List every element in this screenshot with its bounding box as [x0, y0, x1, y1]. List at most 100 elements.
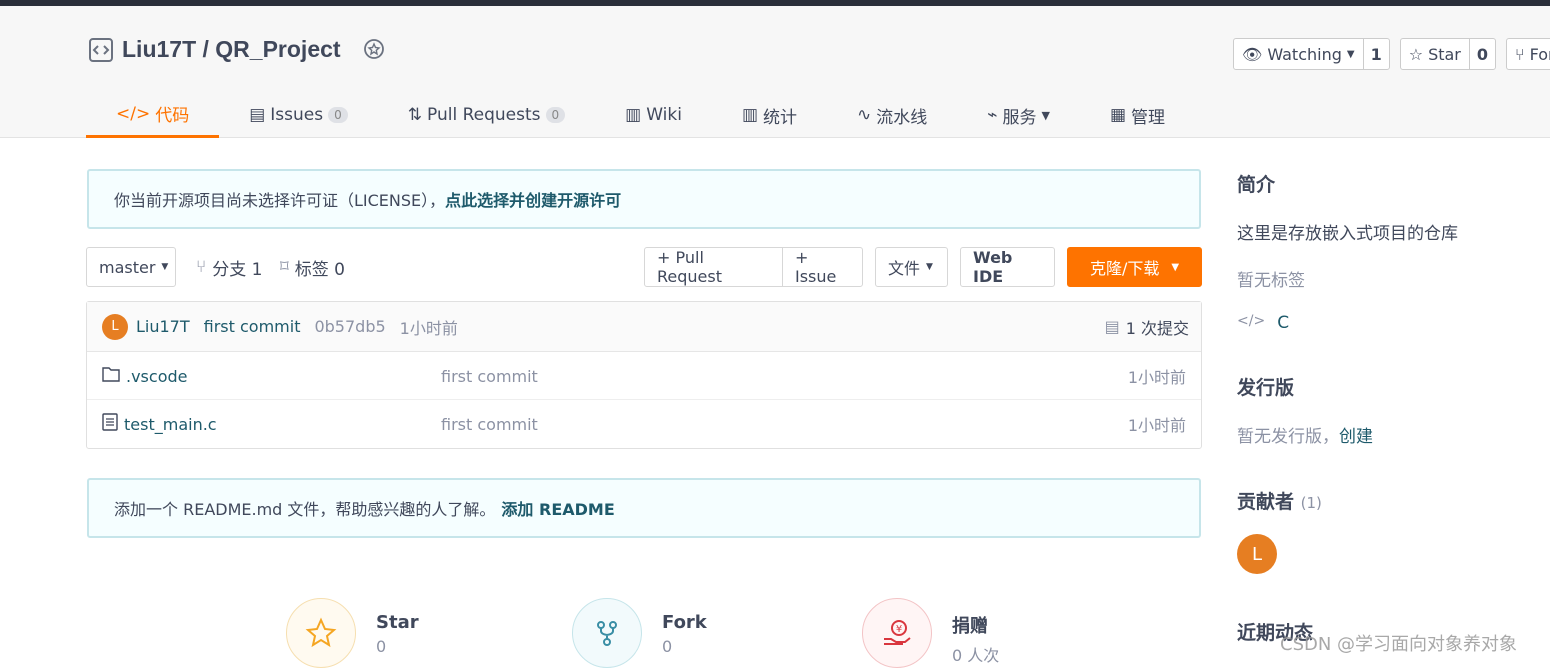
- new-issue-label: + Issue: [795, 248, 837, 286]
- tab-code[interactable]: </> 代码: [86, 92, 220, 138]
- fork-button[interactable]: ⑂Fork: [1506, 38, 1550, 70]
- branches-count: 分支 1: [212, 259, 263, 280]
- stat-fork[interactable]: Fork 0: [572, 598, 707, 668]
- donate-icon: ¥: [884, 620, 911, 645]
- avatar[interactable]: L: [102, 313, 128, 340]
- repo-tabs: </> 代码 ▤ Issues 0 ⇅ Pull Requests 0 ▥ Wiki ▥ 统计…: [86, 92, 1195, 138]
- star-button[interactable]: ☆ Star 0: [1399, 38, 1497, 70]
- release-title: 发行版: [1237, 377, 1295, 399]
- clone-download-label: 克隆/下载: [1089, 259, 1160, 278]
- issues-icon: ▤: [249, 105, 266, 125]
- branches-link[interactable]: ⑂ 分支 1: [196, 247, 262, 287]
- contributors-count: (1): [1300, 494, 1322, 512]
- tab-services[interactable]: ⌁ 服务 ▼: [957, 92, 1080, 138]
- tab-issues-label: Issues: [270, 105, 324, 125]
- watermark: CSDN @学习面向对象养对象: [1280, 634, 1518, 655]
- latest-commit: L Liu17T first commit 0b57db5 1小时前 ▤ 1 次…: [87, 302, 1201, 352]
- stat-donate[interactable]: ¥ 捐赠 0 人次: [862, 598, 999, 668]
- file-row[interactable]: test_main.c first commit 1小时前: [87, 400, 1201, 448]
- watch-label: Watching: [1267, 44, 1342, 64]
- folder-icon: [102, 366, 120, 386]
- web-ide-label: Web IDE: [973, 248, 1013, 286]
- commit-message-link[interactable]: first commit: [204, 317, 301, 336]
- file-name-link[interactable]: test_main.c: [124, 415, 217, 434]
- tab-manage-label: 管理: [1131, 107, 1166, 128]
- repo-actions: 👁Watching ▼ 1 ☆Star 0 ⑂Fork: [1233, 38, 1550, 70]
- new-issue-button[interactable]: + Issue: [782, 247, 863, 287]
- web-ide-button[interactable]: Web IDE: [960, 247, 1055, 287]
- caret-down-icon: ▼: [1171, 261, 1180, 273]
- contributors-label: 贡献者: [1237, 491, 1295, 513]
- pull-request-icon: ⇅: [407, 105, 422, 125]
- file-row[interactable]: .vscode first commit 1小时前: [87, 352, 1201, 400]
- branch-toolbar: master ▼ ⑂ 分支 1 ⌑ 标签 0 + Pull Request + Iss…: [86, 247, 1202, 287]
- repo-title: Liu17T / QR_Project: [88, 36, 387, 63]
- stat-star[interactable]: Star 0: [286, 598, 419, 668]
- tags-link[interactable]: ⌑ 标签 0: [280, 247, 345, 287]
- tab-pipeline[interactable]: ∿ 流水线: [827, 92, 957, 138]
- commit-list-icon: ▤: [1104, 317, 1120, 336]
- readme-notice: 添加一个 README.md 文件，帮助感兴趣的人了解。 添加 README: [87, 478, 1201, 538]
- eye-icon: 👁: [1242, 44, 1263, 64]
- intro-title: 简介: [1237, 174, 1276, 196]
- create-release-link[interactable]: 创建: [1339, 427, 1373, 447]
- file-list: L Liu17T first commit 0b57db5 1小时前 ▤ 1 次…: [86, 301, 1202, 449]
- branch-icon: ⑂: [196, 257, 207, 277]
- license-notice: 你当前开源项目尚未选择许可证（LICENSE）， 点此选择并创建开源许可: [87, 169, 1201, 229]
- tab-pull-requests[interactable]: ⇅ Pull Requests 0: [378, 92, 595, 138]
- branch-select[interactable]: master ▼: [86, 247, 176, 287]
- stat-donate-title: 捐赠: [952, 616, 988, 637]
- star-icon: [305, 617, 337, 648]
- tab-stats[interactable]: ▥ 统计: [712, 92, 827, 138]
- star-icon: ☆: [1408, 44, 1424, 64]
- award-badge-icon[interactable]: [361, 37, 387, 63]
- svg-text:¥: ¥: [896, 624, 902, 635]
- file-menu-button[interactable]: 文件 ▼: [875, 247, 948, 287]
- tab-pull-requests-label: Pull Requests: [427, 105, 541, 125]
- create-license-link[interactable]: 点此选择并创建开源许可: [445, 187, 621, 211]
- language-link[interactable]: </> C: [1237, 313, 1547, 333]
- stat-star-value: 0: [376, 637, 387, 656]
- stat-fork-title: Fork: [662, 612, 707, 633]
- fork-circle: [572, 598, 642, 668]
- file-commit-message[interactable]: first commit: [441, 352, 538, 400]
- book-icon: ▥: [625, 105, 642, 125]
- tags-count: 标签 0: [294, 259, 345, 280]
- commit-time: 1小时前: [399, 318, 458, 338]
- star-count[interactable]: 0: [1470, 39, 1495, 69]
- file-time: 1小时前: [1127, 416, 1186, 435]
- repo-name-link[interactable]: Liu17T / QR_Project: [122, 36, 341, 63]
- tab-issues[interactable]: ▤ Issues 0: [219, 92, 378, 138]
- issues-count-badge: 0: [328, 107, 348, 123]
- repo-code-icon: [88, 37, 114, 63]
- tab-wiki-label: Wiki: [646, 105, 682, 125]
- stat-fork-value: 0: [662, 637, 673, 656]
- new-pull-request-button[interactable]: + Pull Request: [644, 247, 783, 287]
- clone-download-button[interactable]: 克隆/下载 ▼: [1067, 247, 1202, 287]
- sidebar: 简介 这里是存放嵌入式项目的仓库 暂无标签 </> C 发行版 暂无发行版，创建…: [1237, 170, 1547, 645]
- tab-manage[interactable]: ▦ 管理: [1080, 92, 1195, 138]
- watch-button[interactable]: 👁 Watching ▼ 1: [1233, 38, 1390, 70]
- intro-text: 这里是存放嵌入式项目的仓库: [1237, 224, 1458, 244]
- file-name-link[interactable]: .vscode: [126, 367, 187, 386]
- commit-hash-link[interactable]: 0b57db5: [314, 317, 385, 336]
- stat-donate-value: 0 人次: [952, 646, 1000, 665]
- fork-icon: ⑂: [1515, 44, 1525, 64]
- file-icon: [102, 413, 118, 435]
- star-circle: [286, 598, 356, 668]
- contributor-avatar[interactable]: L: [1237, 534, 1277, 574]
- tab-services-label: 服务: [1002, 107, 1037, 128]
- commits-link[interactable]: ▤ 1 次提交: [1105, 315, 1189, 339]
- repo-header: Liu17T / QR_Project 👁 Watching ▼ 1 ☆ Star 0…: [0, 6, 1550, 138]
- watch-count[interactable]: 1: [1364, 39, 1389, 69]
- manage-icon: ▦: [1109, 105, 1127, 125]
- tag-icon: ⌑: [280, 257, 289, 277]
- add-readme-link[interactable]: 添加 README: [501, 496, 614, 520]
- tab-code-label: 代码: [155, 106, 190, 126]
- tab-wiki[interactable]: ▥ Wiki: [595, 92, 712, 138]
- file-menu-label: 文件: [888, 259, 921, 278]
- file-commit-message[interactable]: first commit: [441, 400, 538, 448]
- caret-down-icon: ▼: [161, 262, 169, 272]
- code-icon: </>: [1237, 313, 1266, 329]
- commit-author-link[interactable]: Liu17T: [136, 317, 190, 336]
